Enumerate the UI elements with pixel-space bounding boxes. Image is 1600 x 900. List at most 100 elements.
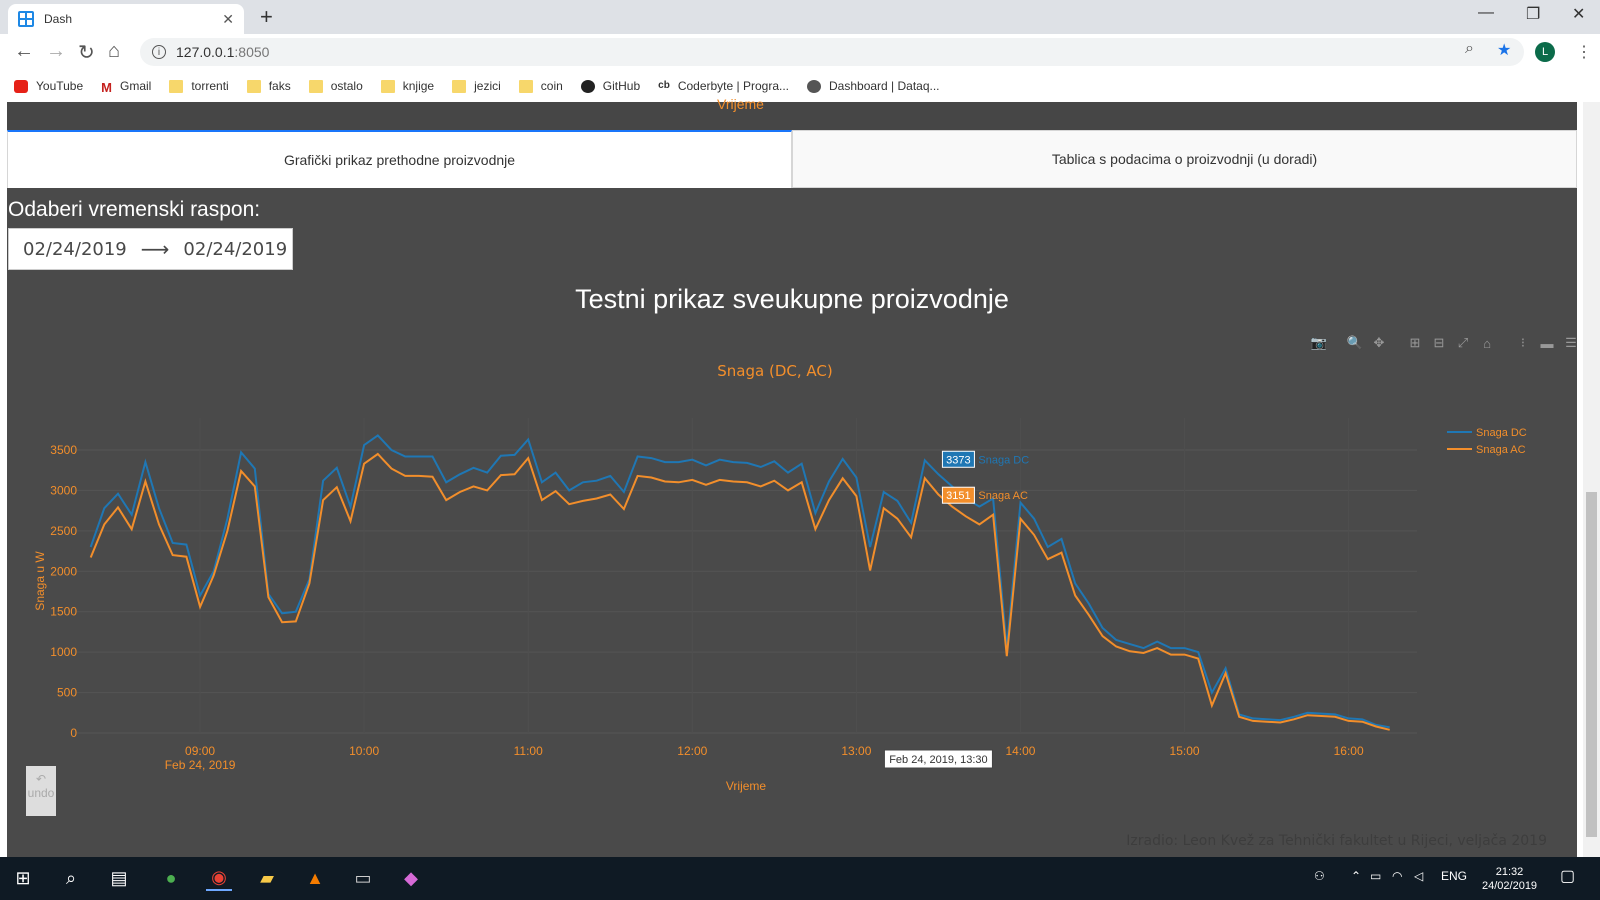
tab-table[interactable]: Tablica s podacima o proizvodnji (u dora… — [792, 130, 1577, 188]
previous-graph-strip: Vrijeme — [7, 96, 1577, 130]
bookmark-label: coin — [540, 79, 563, 93]
restore-icon[interactable]: ❐ — [1526, 4, 1540, 24]
page-scrollbar[interactable] — [1583, 102, 1600, 857]
bookmark-label: GitHub — [602, 79, 641, 93]
y-tick-label: 1500 — [50, 605, 77, 619]
terminal-icon[interactable]: ▭ — [350, 865, 376, 891]
undo-button[interactable]: ↶ undo — [26, 766, 56, 816]
file-explorer-icon[interactable]: ▰ — [254, 865, 280, 891]
windows-start-icon[interactable]: ⊞ — [10, 865, 36, 891]
maps-icon[interactable]: ◆ — [398, 865, 424, 891]
close-window-icon[interactable]: ✕ — [1572, 4, 1585, 24]
browser-tab[interactable]: Dash ✕ — [8, 4, 244, 34]
scroll-thumb[interactable] — [1586, 492, 1597, 837]
y-tick-label: 3500 — [50, 443, 77, 457]
windows-taskbar: ⊞ ⌕ ▤ ● ◉ ▰ ▲ ▭ ◆ ⚇ ⌃ ▭ ◠ ◁ ENG 21:32 24… — [0, 857, 1600, 900]
chrome-icon[interactable]: ◉ — [206, 865, 232, 891]
browser-tabbar: Dash ✕ + — ❐ ✕ — [0, 0, 1600, 34]
tabs: Grafički prikaz prethodne proizvodnje Ta… — [7, 130, 1577, 188]
bookmark-1[interactable]: M Gmail — [101, 79, 152, 95]
bookmark-10[interactable]: Dashboard | Dataq... — [807, 79, 940, 93]
y-tick-label: 2500 — [50, 524, 77, 538]
bookmark-4[interactable]: ostalo — [308, 79, 363, 93]
bookmark-label: faks — [268, 79, 291, 93]
minimize-icon[interactable]: — — [1478, 4, 1494, 22]
hover-value: 3151 — [946, 490, 970, 502]
power-chart[interactable]: Snaga (DC, AC) 0 500 1000 1500 2000 2500 3000 35… — [7, 188, 1577, 857]
avatar[interactable]: L — [1535, 42, 1555, 62]
bookmark-9[interactable]: cb Coderbyte | Progra... — [658, 79, 789, 93]
bookmark-label: Dashboard | Dataq... — [829, 79, 940, 93]
bookmark-8[interactable]: GitHub — [580, 79, 641, 93]
bookmark-label: knjige — [402, 79, 435, 93]
language-indicator[interactable]: ENG — [1441, 869, 1467, 883]
bookmark-label: Coderbyte | Progra... — [677, 79, 789, 93]
bookmark-label: YouTube — [36, 79, 84, 93]
y-axis-label: Snaga u W — [33, 551, 47, 611]
bookmark-7[interactable]: coin — [518, 79, 563, 93]
x-tick-label: 15:00 — [1170, 744, 1200, 758]
new-tab-button[interactable]: + — [260, 4, 273, 30]
url-host: 127.0.0.1 — [176, 44, 235, 60]
bookmark-2[interactable]: torrenti — [169, 79, 229, 93]
utorrent-icon[interactable]: ● — [158, 865, 184, 891]
bookmark-3[interactable]: faks — [246, 79, 291, 93]
url-input[interactable]: i 127.0.0.1:8050 — [140, 38, 1524, 66]
y-tick-label: 1000 — [50, 645, 77, 659]
youtube-icon — [14, 79, 28, 93]
bookmark-0[interactable]: YouTube — [14, 79, 83, 93]
info-icon[interactable]: i — [152, 45, 166, 59]
bookmark-label: ostalo — [330, 79, 363, 93]
close-tab-icon[interactable]: ✕ — [222, 11, 234, 28]
address-bar: ← → ↻ ⌂ i 127.0.0.1:8050 ⌕ ★ — [0, 34, 1600, 70]
url-port: :8050 — [234, 44, 270, 60]
y-tick-label: 0 — [70, 726, 77, 740]
folder-icon — [452, 79, 467, 93]
battery-icon[interactable]: ▭ — [1370, 869, 1381, 883]
people-icon[interactable]: ⚇ — [1314, 869, 1325, 883]
series-line-ac — [89, 452, 1390, 731]
github-icon — [580, 79, 595, 93]
undo-icon: ↶ — [35, 772, 47, 786]
folder-icon — [169, 79, 184, 93]
x-tick-label: 12:00 — [677, 744, 707, 758]
show-hidden-icon[interactable]: ⌃ — [1351, 869, 1361, 883]
coderbyte-icon: cb — [658, 79, 670, 91]
x-tick-label: 10:00 — [349, 744, 379, 758]
dataquest-icon — [807, 79, 821, 93]
search-icon[interactable]: ⌕ — [58, 865, 84, 891]
notifications-icon[interactable]: ▢ — [1560, 866, 1575, 886]
bookmark-label: Gmail — [120, 79, 152, 93]
bookmark-6[interactable]: jezici — [452, 79, 501, 93]
tab-graph[interactable]: Grafički prikaz prethodne proizvodnje — [7, 130, 792, 188]
hover-series-name: Snaga DC — [978, 454, 1029, 466]
vlc-icon[interactable]: ▲ — [302, 865, 328, 891]
zoom-icon[interactable]: ⌕ — [1465, 40, 1474, 58]
reload-icon[interactable]: ↻ — [78, 40, 95, 65]
bookmark-5[interactable]: knjige — [380, 79, 435, 93]
hover-series-name: Snaga AC — [978, 490, 1028, 502]
bookmark-label: torrenti — [191, 79, 229, 93]
y-tick-label: 500 — [57, 686, 77, 700]
back-icon[interactable]: ← — [14, 40, 34, 63]
wifi-icon[interactable]: ◠ — [1392, 869, 1402, 883]
x-tick-label: 13:00 — [841, 744, 871, 758]
bookmark-label: jezici — [474, 79, 501, 93]
forward-icon[interactable]: → — [46, 40, 66, 63]
hover-value: 3373 — [946, 454, 970, 466]
footer-credit: Izradio: Leon Kvež za Tehnički fakultet … — [1126, 833, 1547, 849]
folder-icon — [308, 79, 323, 93]
dash-favicon-icon — [18, 11, 34, 27]
x-tick-label: 14:00 — [1005, 744, 1035, 758]
x-tick-date-label: Feb 24, 2019 — [165, 758, 236, 772]
clock-date: 24/02/2019 — [1482, 880, 1538, 892]
volume-icon[interactable]: ◁ — [1414, 869, 1423, 883]
y-tick-label: 3000 — [50, 483, 77, 497]
menu-icon[interactable]: ⋮ — [1576, 42, 1592, 62]
taskbar-clock[interactable]: 21:32 24/02/2019 — [1482, 865, 1537, 893]
dash-page: Vrijeme Grafički prikaz prethodne proizv… — [0, 96, 1600, 857]
task-view-icon[interactable]: ▤ — [106, 865, 132, 891]
bookmark-star-icon[interactable]: ★ — [1497, 40, 1511, 60]
home-icon[interactable]: ⌂ — [108, 40, 120, 63]
graph-panel: Odaberi vremenski raspon: 02/24/2019 ⟶ 0… — [7, 188, 1600, 857]
